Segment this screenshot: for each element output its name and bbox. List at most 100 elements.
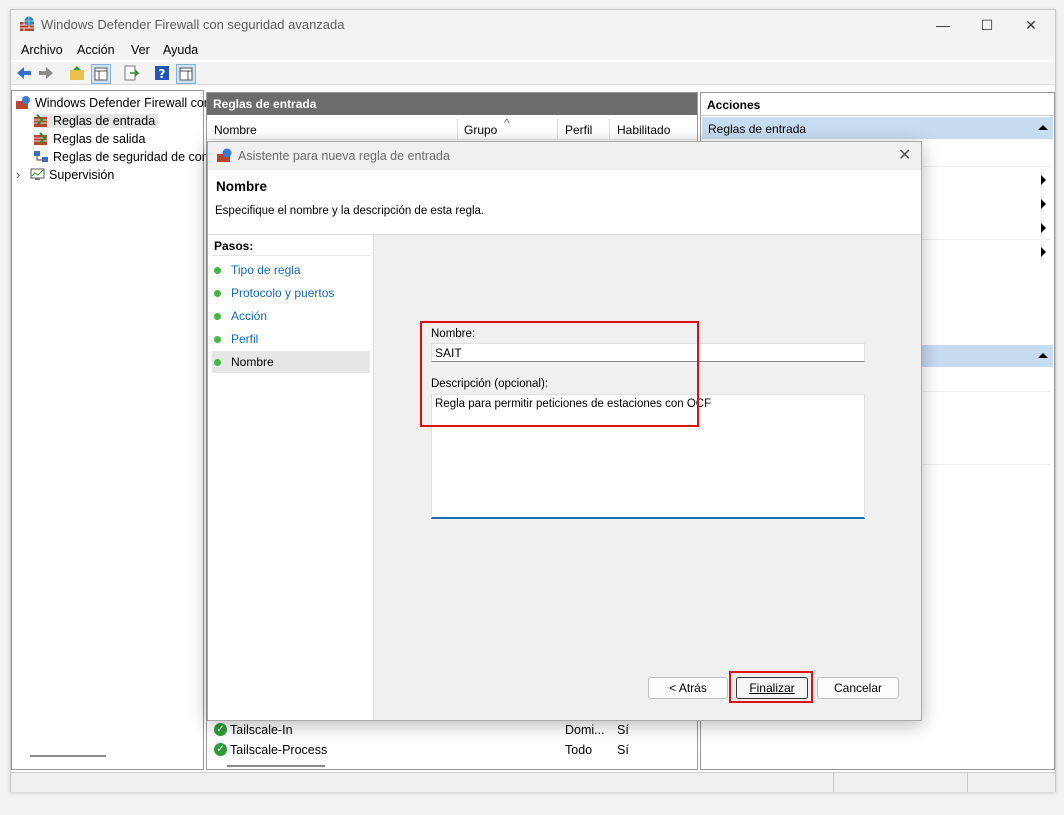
back-icon[interactable] bbox=[15, 64, 33, 82]
dialog-title: Asistente para nueva regla de entrada bbox=[238, 149, 450, 163]
step-status-icon bbox=[214, 313, 221, 320]
expand-chevron-icon[interactable]: › bbox=[16, 168, 30, 182]
column-divider[interactable] bbox=[609, 119, 610, 139]
horizontal-scrollbar[interactable] bbox=[30, 755, 106, 757]
tree-item-label: Reglas de salida bbox=[53, 132, 146, 146]
tree-root-label: Windows Defender Firewall con bbox=[35, 96, 211, 110]
inbound-rules-icon bbox=[34, 114, 47, 127]
highlight-box-finish bbox=[729, 671, 813, 703]
step-status-icon bbox=[214, 290, 221, 297]
rule-profile: Domi... bbox=[565, 723, 605, 737]
actions-header: Acciones bbox=[701, 93, 1054, 116]
menu-bar: Archivo Acción Ver Ayuda bbox=[11, 40, 1055, 60]
maximize-button[interactable]: ☐ bbox=[973, 15, 1001, 35]
steps-label: Pasos: bbox=[214, 239, 254, 253]
step-status-icon bbox=[214, 267, 221, 274]
column-grupo[interactable]: Grupo bbox=[464, 123, 497, 137]
tree-item-label: Reglas de seguridad de con bbox=[53, 150, 209, 164]
rule-enabled: Sí bbox=[617, 743, 629, 757]
tree-item-label: Reglas de entrada bbox=[53, 114, 156, 128]
properties-icon[interactable] bbox=[176, 64, 196, 84]
help-icon[interactable]: ? bbox=[153, 64, 171, 82]
step-status-icon bbox=[214, 336, 221, 343]
menu-ver[interactable]: Ver bbox=[131, 43, 150, 57]
actions-title: Acciones bbox=[707, 98, 761, 112]
column-habilitado[interactable]: Habilitado bbox=[617, 123, 670, 137]
rule-profile: Todo bbox=[565, 743, 593, 757]
window-title: Windows Defender Firewall con seguridad … bbox=[41, 17, 345, 32]
tree-item-monitoring[interactable]: › Supervisión bbox=[16, 168, 114, 182]
tree-item-label: Supervisión bbox=[49, 168, 115, 182]
tree-root[interactable]: Windows Defender Firewall con bbox=[16, 96, 211, 110]
collapse-icon[interactable] bbox=[1038, 353, 1048, 358]
firewall-app-icon bbox=[20, 16, 34, 31]
step-label: Protocolo y puertos bbox=[231, 286, 335, 300]
column-header-row: Nombre ^ Grupo Perfil Habilitado bbox=[207, 116, 697, 140]
horizontal-scrollbar[interactable] bbox=[227, 765, 325, 767]
step-label: Tipo de regla bbox=[231, 263, 301, 277]
show-hide-tree-icon[interactable] bbox=[91, 64, 111, 84]
highlight-box-fields bbox=[420, 321, 699, 427]
actions-section-title: Reglas de entrada bbox=[708, 122, 807, 136]
minimize-button[interactable]: — bbox=[929, 15, 957, 35]
collapse-icon[interactable] bbox=[1038, 125, 1048, 130]
dialog-close-button[interactable]: ✕ bbox=[898, 145, 911, 165]
column-divider[interactable] bbox=[457, 119, 458, 139]
submenu-arrow-icon[interactable] bbox=[1041, 223, 1046, 233]
status-bar bbox=[11, 772, 1055, 792]
back-button[interactable]: < Atrás bbox=[648, 677, 728, 699]
forward-icon[interactable] bbox=[37, 64, 55, 82]
step-status-icon bbox=[214, 359, 221, 366]
divider bbox=[212, 255, 370, 256]
column-perfil[interactable]: Perfil bbox=[565, 123, 592, 137]
step-nombre: Nombre bbox=[212, 351, 370, 373]
dialog-heading: Nombre bbox=[216, 179, 268, 194]
tree-item-inbound[interactable]: Reglas de entrada bbox=[34, 114, 159, 128]
dialog-title-bar: Asistente para nueva regla de entrada ✕ bbox=[208, 142, 921, 170]
monitoring-icon bbox=[30, 168, 45, 180]
actions-section-header[interactable]: Reglas de entrada bbox=[702, 117, 1053, 139]
menu-archivo[interactable]: Archivo bbox=[21, 43, 63, 57]
firewall-app-icon bbox=[217, 148, 232, 162]
close-button[interactable]: ✕ bbox=[1017, 15, 1045, 35]
up-folder-icon[interactable] bbox=[68, 64, 86, 82]
submenu-arrow-icon[interactable] bbox=[1041, 247, 1046, 257]
enabled-check-icon: ✓ bbox=[214, 743, 227, 756]
export-list-icon[interactable] bbox=[122, 64, 140, 82]
step-tipo-de-regla[interactable]: Tipo de regla bbox=[212, 259, 370, 281]
title-bar: Windows Defender Firewall con seguridad … bbox=[11, 10, 1055, 40]
dialog-header: Nombre Especifique el nombre y la descri… bbox=[208, 170, 921, 235]
rules-panel-title: Reglas de entrada bbox=[213, 97, 317, 111]
step-label: Perfil bbox=[231, 332, 259, 346]
step-accion[interactable]: Acción bbox=[212, 305, 370, 327]
step-protocolo-y-puertos[interactable]: Protocolo y puertos bbox=[212, 282, 370, 304]
rule-name: Tailscale-In bbox=[230, 723, 293, 737]
tree-item-connection-security[interactable]: Reglas de seguridad de con bbox=[34, 150, 209, 164]
step-perfil[interactable]: Perfil bbox=[212, 328, 370, 350]
column-divider[interactable] bbox=[557, 119, 558, 139]
step-label: Nombre bbox=[231, 355, 274, 369]
toolbar: ? bbox=[11, 62, 1055, 85]
navigation-tree: Windows Defender Firewall con Reglas de … bbox=[11, 90, 211, 770]
table-row[interactable]: ✓ Tailscale-In Domi... Sí bbox=[207, 722, 679, 740]
connection-security-icon bbox=[34, 151, 48, 162]
status-divider bbox=[967, 773, 968, 792]
wizard-content-pane: Nombre: SAIT Descripción (opcional): Reg… bbox=[374, 235, 921, 720]
rule-name: Tailscale-Process bbox=[230, 743, 328, 757]
status-divider bbox=[833, 773, 834, 792]
enabled-check-icon: ✓ bbox=[214, 723, 227, 736]
sort-ascending-icon: ^ bbox=[504, 116, 510, 130]
cancel-button[interactable]: Cancelar bbox=[817, 677, 899, 699]
step-label: Acción bbox=[231, 309, 268, 323]
dialog-subheading: Especifique el nombre y la descripción d… bbox=[215, 205, 485, 217]
menu-ayuda[interactable]: Ayuda bbox=[163, 43, 198, 57]
new-rule-wizard-dialog: Asistente para nueva regla de entrada ✕ … bbox=[207, 141, 922, 721]
table-row[interactable]: ✓ Tailscale-Process Todo Sí bbox=[207, 741, 679, 759]
wizard-steps-pane: Pasos: Tipo de regla Protocolo y puertos… bbox=[208, 235, 374, 720]
tree-item-outbound[interactable]: Reglas de salida bbox=[34, 132, 145, 146]
menu-accion[interactable]: Acción bbox=[77, 43, 115, 57]
submenu-arrow-icon[interactable] bbox=[1041, 199, 1046, 209]
outbound-rules-icon bbox=[34, 132, 47, 145]
submenu-arrow-icon[interactable] bbox=[1041, 175, 1046, 185]
column-nombre[interactable]: Nombre bbox=[214, 123, 257, 137]
